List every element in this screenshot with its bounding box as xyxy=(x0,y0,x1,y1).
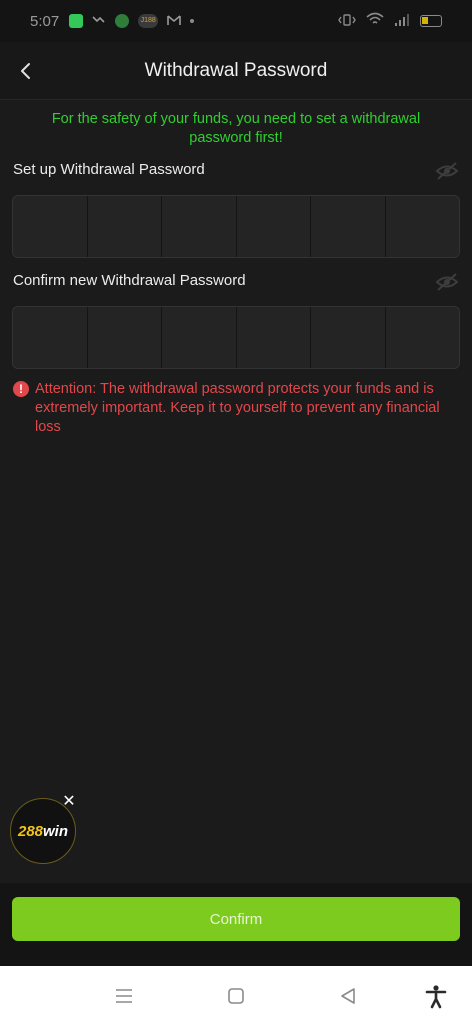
eye-off-icon xyxy=(435,273,459,291)
status-bar: 5:07 J188 xyxy=(0,0,472,42)
accessibility-button[interactable] xyxy=(423,983,449,1009)
top-app-bar: Withdrawal Password xyxy=(0,42,472,100)
more-notifications-dot-icon xyxy=(190,19,195,23)
pin-digit-box[interactable] xyxy=(162,307,237,368)
j188-app-icon: J188 xyxy=(138,14,159,28)
system-navigation-bar xyxy=(0,966,472,1024)
confirm-password-label: Confirm new Withdrawal Password xyxy=(13,272,246,289)
pin-digit-box[interactable] xyxy=(385,307,459,368)
battery-icon xyxy=(420,15,442,27)
system-back-button[interactable] xyxy=(335,983,361,1009)
back-triangle-icon xyxy=(341,988,355,1004)
home-square-icon xyxy=(228,988,244,1004)
setup-password-label: Set up Withdrawal Password xyxy=(13,161,205,178)
confirm-password-input[interactable] xyxy=(12,306,460,369)
page-title: Withdrawal Password xyxy=(144,59,328,81)
confirm-password-visibility-toggle[interactable] xyxy=(435,272,459,292)
pin-digit-box[interactable] xyxy=(87,307,162,368)
pin-digit-box[interactable] xyxy=(236,307,311,368)
recent-apps-button[interactable] xyxy=(111,983,137,1009)
pin-digit-box[interactable] xyxy=(87,196,162,257)
messages-app-icon xyxy=(69,14,84,28)
chevron-left-icon xyxy=(21,63,30,79)
pin-digit-box[interactable] xyxy=(13,196,88,257)
setup-password-input[interactable] xyxy=(12,195,460,258)
signal-icon xyxy=(394,13,410,30)
pin-digit-box[interactable] xyxy=(385,196,459,257)
pin-digit-box[interactable] xyxy=(13,307,88,368)
back-button[interactable] xyxy=(8,53,44,89)
logo-number: 288 xyxy=(17,822,44,840)
pin-digit-box[interactable] xyxy=(311,307,386,368)
close-icon[interactable]: ✕ xyxy=(60,793,78,811)
pin-digit-box[interactable] xyxy=(311,196,386,257)
wifi-icon xyxy=(366,12,384,30)
missed-call-icon xyxy=(92,13,106,30)
setup-password-visibility-toggle[interactable] xyxy=(435,161,459,181)
safety-notice: For the safety of your funds, you need t… xyxy=(51,111,421,146)
pin-digit-box[interactable] xyxy=(236,196,311,257)
app-notification-icon xyxy=(115,14,130,28)
system-status-icons xyxy=(338,12,442,30)
menu-icon xyxy=(116,989,132,1003)
attention-warning: ! Attention: The withdrawal password pro… xyxy=(13,380,459,437)
eye-off-icon xyxy=(435,162,459,180)
exclamation-circle-icon: ! xyxy=(13,381,29,397)
status-time: 5:07 xyxy=(30,12,60,30)
pin-digit-box[interactable] xyxy=(162,196,237,257)
notification-icons: J188 xyxy=(69,13,195,30)
home-button[interactable] xyxy=(223,983,249,1009)
gmail-icon xyxy=(167,13,182,30)
confirm-button[interactable]: Confirm xyxy=(12,897,460,941)
accessibility-icon xyxy=(425,985,447,1009)
attention-text: Attention: The withdrawal password prote… xyxy=(35,381,440,435)
vibrate-icon xyxy=(338,13,356,30)
logo-word: win xyxy=(43,822,69,840)
